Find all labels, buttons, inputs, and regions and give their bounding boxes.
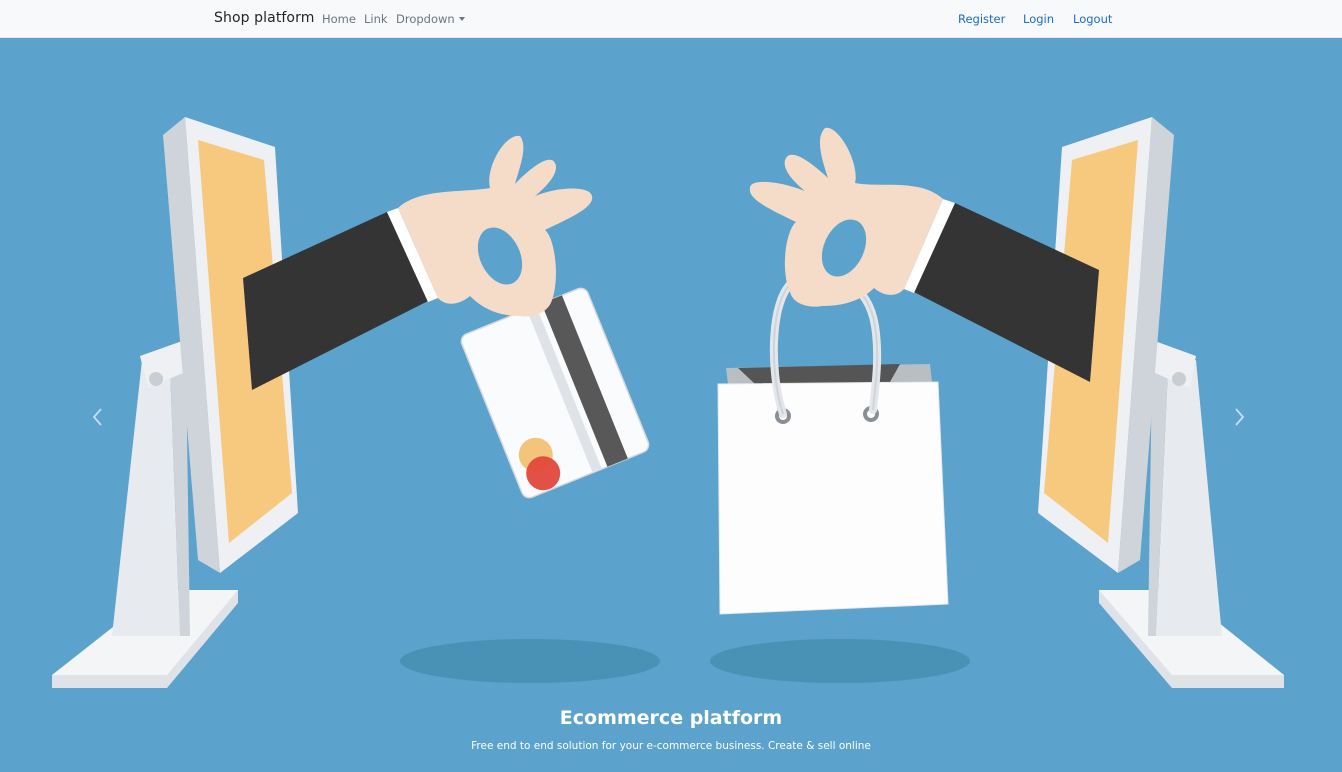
hero-carousel: Ecommerce platform Free end to end solut…	[0, 38, 1342, 772]
nav-link-home[interactable]: Home	[322, 12, 356, 26]
ecommerce-illustration	[52, 117, 1284, 688]
navbar: Shop platform Home Link Dropdown Registe…	[0, 0, 1342, 38]
right-hand	[749, 127, 1099, 382]
nav-link-logout[interactable]: Logout	[1073, 12, 1112, 26]
shopping-bag	[717, 271, 949, 615]
nav-link-link[interactable]: Link	[364, 12, 388, 26]
card-shadow	[400, 639, 660, 683]
bag-shadow	[710, 639, 970, 683]
navbar-brand[interactable]: Shop platform	[214, 10, 314, 26]
hero-subtitle: Free end to end solution for your e-comm…	[471, 740, 871, 752]
hero-title: Ecommerce platform	[559, 707, 783, 729]
chevron-right-icon	[1235, 408, 1245, 426]
credit-card	[460, 287, 650, 499]
carousel-next-button[interactable]	[1222, 398, 1258, 438]
caret-down-icon	[458, 17, 465, 21]
nav-link-login[interactable]: Login	[1023, 12, 1054, 26]
chevron-left-icon	[92, 408, 102, 426]
nav-dropdown-label: Dropdown	[396, 12, 455, 26]
nav-dropdown-toggle[interactable]: Dropdown	[396, 12, 465, 26]
nav-link-register[interactable]: Register	[958, 12, 1005, 26]
carousel-prev-button[interactable]	[80, 398, 116, 438]
